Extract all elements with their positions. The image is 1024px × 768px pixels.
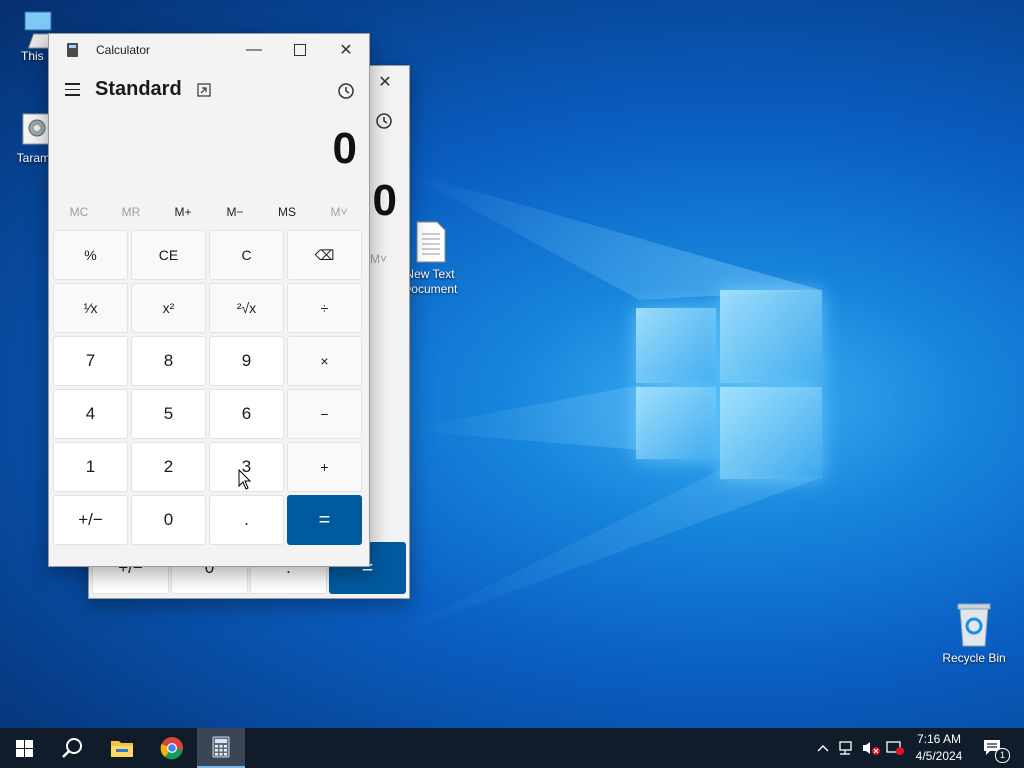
memory-clear-button[interactable]: MC — [53, 196, 105, 229]
recycle-bin-icon — [957, 603, 991, 647]
subtract-button[interactable]: − — [287, 389, 362, 439]
digit-1-button[interactable]: 1 — [53, 442, 128, 492]
network-tray-button[interactable] — [836, 728, 858, 768]
square-root-button[interactable]: ²√x — [209, 283, 284, 333]
history-icon[interactable] — [375, 112, 393, 130]
show-hidden-icons-button[interactable] — [812, 728, 834, 768]
memory-list-button[interactable]: M˅ — [313, 196, 365, 229]
mode-title: Standard — [95, 78, 182, 100]
display-value: 0 — [372, 176, 397, 225]
square-button[interactable]: x² — [131, 283, 206, 333]
memory-row: MC MR M+ M− MS M˅ — [49, 196, 369, 229]
maximize-button[interactable] — [277, 34, 323, 66]
network-icon — [839, 741, 852, 755]
close-button[interactable]: ✕ — [323, 34, 369, 66]
clear-button[interactable]: C — [209, 230, 284, 280]
calculator-header: Standard — [49, 66, 369, 114]
memory-store-button[interactable]: MS — [261, 196, 313, 229]
add-button[interactable]: + — [287, 442, 362, 492]
decimal-button[interactable]: . — [209, 495, 284, 545]
file-explorer-icon — [111, 741, 133, 757]
calculator-app-icon — [67, 43, 78, 57]
display-value: 0 — [332, 124, 357, 173]
security-alert-icon — [886, 741, 904, 755]
memory-list-button[interactable]: M˅ — [370, 252, 387, 266]
calculator-window[interactable]: Calculator — ✕ Standard 0 MC MR M+ M− MS… — [48, 33, 370, 567]
clock-time: 7:16 AM — [916, 732, 962, 746]
chrome-icon — [160, 737, 183, 760]
search-button[interactable] — [48, 728, 96, 768]
window-title: Calculator — [96, 43, 151, 57]
taskbar-file-explorer[interactable] — [98, 728, 146, 768]
digit-2-button[interactable]: 2 — [131, 442, 206, 492]
taskbar-clock[interactable]: 7:16 AM 4/5/2024 — [906, 731, 972, 765]
memory-add-button[interactable]: M+ — [157, 196, 209, 229]
windows-start-icon — [15, 739, 33, 757]
digit-4-button[interactable]: 4 — [53, 389, 128, 439]
keep-on-top-icon[interactable] — [197, 83, 211, 97]
history-icon[interactable] — [337, 82, 355, 100]
equals-button[interactable]: = — [287, 495, 362, 545]
search-icon — [62, 738, 82, 758]
calculator-display: 0 — [49, 114, 369, 196]
windows-wallpaper-logo — [636, 290, 822, 480]
digit-0-button[interactable]: 0 — [131, 495, 206, 545]
start-button[interactable] — [0, 728, 48, 768]
title-bar[interactable]: Calculator — ✕ — [49, 34, 369, 66]
clear-entry-button[interactable]: CE — [131, 230, 206, 280]
text-file-icon — [416, 221, 446, 263]
digit-9-button[interactable]: 9 — [209, 336, 284, 386]
notification-center-button[interactable]: 1 — [978, 728, 1010, 768]
digit-5-button[interactable]: 5 — [131, 389, 206, 439]
reciprocal-button[interactable]: ¹⁄x — [53, 283, 128, 333]
clock-date: 4/5/2024 — [915, 749, 963, 763]
digit-7-button[interactable]: 7 — [53, 336, 128, 386]
digit-8-button[interactable]: 8 — [131, 336, 206, 386]
mouse-cursor — [238, 469, 252, 490]
desktop-icon-recycle-bin[interactable]: Recycle Bin — [936, 600, 1012, 666]
taskbar: 7:16 AM 4/5/2024 1 — [0, 728, 1024, 768]
backspace-button[interactable]: ⌫ — [287, 230, 362, 280]
maximize-icon — [294, 44, 306, 56]
calculator-icon — [212, 736, 230, 758]
percent-button[interactable]: % — [53, 230, 128, 280]
taskbar-chrome[interactable] — [148, 728, 196, 768]
desktop-icon-label: Recycle Bin — [942, 651, 1006, 665]
memory-recall-button[interactable]: MR — [105, 196, 157, 229]
negate-button[interactable]: +/− — [53, 495, 128, 545]
digit-6-button[interactable]: 6 — [209, 389, 284, 439]
volume-muted-icon — [863, 742, 880, 755]
divide-button[interactable]: ÷ — [287, 283, 362, 333]
multiply-button[interactable]: × — [287, 336, 362, 386]
chevron-up-icon — [817, 745, 829, 752]
navigation-menu-button[interactable] — [65, 83, 80, 96]
security-tray-button[interactable] — [884, 728, 906, 768]
notification-count-badge: 1 — [995, 748, 1010, 763]
taskbar-calculator[interactable] — [197, 728, 245, 768]
volume-tray-button[interactable] — [860, 728, 882, 768]
keypad: % CE C ⌫ ¹⁄x x² ²√x ÷ 7 8 9 × 4 5 6−1 2 3 + +/− 0. = — [49, 229, 369, 549]
memory-subtract-button[interactable]: M− — [209, 196, 261, 229]
minimize-button[interactable]: — — [231, 34, 277, 66]
